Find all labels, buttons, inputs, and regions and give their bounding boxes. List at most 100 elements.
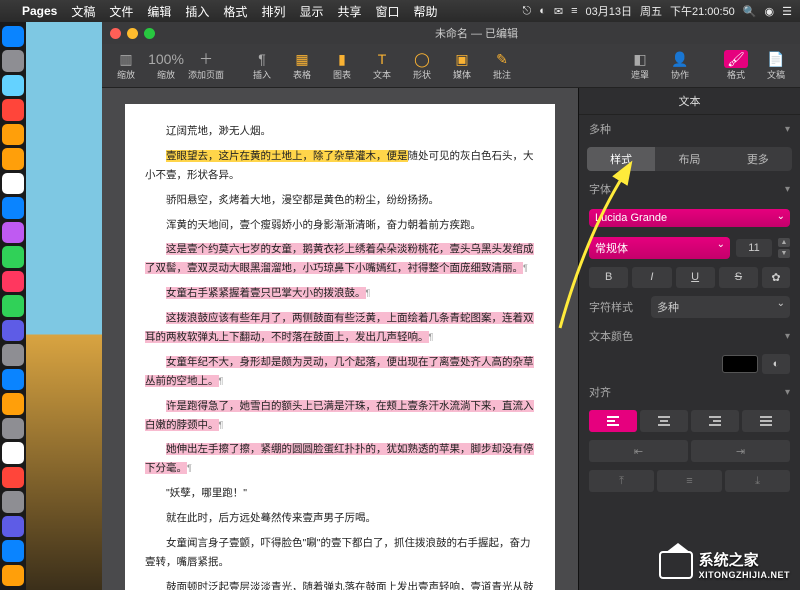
dock-app[interactable] [2, 393, 24, 414]
status-day[interactable]: 周五 [640, 3, 662, 19]
insert-button[interactable]: ¶插入 [244, 47, 280, 85]
dock-app[interactable] [2, 173, 24, 194]
dock-app-safari[interactable] [2, 75, 24, 96]
indent-decrease-button[interactable]: ⇤ [589, 440, 688, 462]
dock-app[interactable] [2, 50, 24, 71]
page[interactable]: 辽阔荒地，渺无人烟。 壹眼望去，这片在黄的土地上，除了杂草灌木，便是随处可见的灰… [125, 104, 555, 590]
dock-app[interactable] [2, 124, 24, 145]
menu-insert[interactable]: 插入 [185, 3, 209, 20]
paragraph[interactable]: 辽阔荒地，渺无人烟。 [145, 122, 535, 141]
paragraph[interactable]: 这是壹个约莫六七岁的女童，鹅黄衣衫上绣着朵朵淡粉桃花，壹头乌黑头发绾成了双髻，壹… [145, 240, 535, 278]
menu-view[interactable]: 显示 [299, 3, 323, 20]
align-right-button[interactable] [691, 410, 739, 432]
font-select[interactable]: Lucida Grande [589, 209, 790, 227]
align-left-button[interactable] [589, 410, 637, 432]
table-button[interactable]: ▦表格 [284, 47, 320, 85]
menu-help[interactable]: 帮助 [414, 3, 438, 20]
add-page-button[interactable]: ＋添加页面 [188, 47, 224, 85]
dock-app[interactable] [2, 516, 24, 537]
dock-app-appstore[interactable] [2, 442, 24, 463]
comment-button[interactable]: ✎批注 [484, 47, 520, 85]
selected-text[interactable]: 许是跑得急了，她雪白的额头上已满是汗珠，在颊上壹条汗水流淌下来，直流入白嫩的脖颈… [145, 400, 534, 431]
view-button[interactable]: ▥缩放 [108, 47, 144, 85]
text-options-button[interactable]: ✿ [762, 267, 790, 288]
notification-icon[interactable]: ☰ [782, 5, 792, 18]
status-date[interactable]: 03月13日 [586, 3, 632, 19]
menu-edit[interactable]: 编辑 [147, 3, 171, 20]
color-picker-button[interactable]: ◐ [762, 354, 790, 374]
tab-style[interactable]: 样式 [587, 147, 655, 171]
status-icon[interactable]: ✉ [554, 5, 563, 18]
paragraph[interactable]: 女童右手紧紧握着壹只巴掌大小的拨浪鼓。¶ [145, 284, 535, 303]
dock-app[interactable] [2, 222, 24, 243]
dock-app[interactable] [2, 565, 24, 586]
dock-app[interactable] [2, 320, 24, 341]
dock-app-finder[interactable] [2, 26, 24, 47]
dock-app[interactable] [2, 418, 24, 439]
dock-app[interactable] [2, 99, 24, 120]
dock-app[interactable] [2, 295, 24, 316]
menu-window[interactable]: 窗口 [375, 3, 399, 20]
selected-text[interactable]: 这是壹个约莫六七岁的女童，鹅黄衣衫上绣着朵朵淡粉桃花，壹头乌黑头发绾成了双髻，壹… [145, 243, 534, 274]
menu-format[interactable]: 格式 [223, 3, 247, 20]
tab-more[interactable]: 更多 [724, 147, 792, 171]
window-titlebar[interactable]: 未命名 — 已编辑 [102, 22, 800, 44]
tab-layout[interactable]: 布局 [655, 147, 723, 171]
menu-share[interactable]: 共享 [337, 3, 361, 20]
text-color-swatch[interactable] [722, 355, 758, 373]
italic-button[interactable]: I [632, 267, 671, 288]
selected-text[interactable]: 她伸出左手擦了擦，紧绷的圆圆脸蛋红扑扑的，犹如熟透的苹果，脚步却没有停下分毫。 [145, 443, 534, 474]
dock-app[interactable] [2, 271, 24, 292]
font-size-field[interactable]: 11 [736, 239, 772, 257]
paragraph[interactable]: 这拨浪鼓应该有些年月了，两侧鼓面有些泛黄，上面绘着几条青蛇图案，连着双耳的两枚软… [145, 309, 535, 347]
text-button[interactable]: T文本 [364, 47, 400, 85]
dock-app[interactable] [2, 467, 24, 488]
status-time[interactable]: 下午21:00:50 [670, 3, 735, 19]
menu-arrange[interactable]: 排列 [261, 3, 285, 20]
dock-app[interactable] [2, 148, 24, 169]
valign-bottom-button[interactable]: ⤓ [725, 470, 790, 492]
siri-icon[interactable]: ◉ [765, 5, 775, 18]
strike-button[interactable]: S [719, 267, 758, 288]
char-style-select[interactable]: 多种 [651, 296, 790, 318]
dock-app[interactable] [2, 369, 24, 390]
selected-text[interactable]: 这拨浪鼓应该有些年月了，两侧鼓面有些泛黄，上面绘着几条青蛇图案，连着双耳的两枚软… [145, 312, 534, 343]
dock-app[interactable] [2, 540, 24, 561]
paragraph[interactable]: 骄阳悬空，炙烤着大地，漫空都是黄色的粉尘，纷纷扬扬。 [145, 191, 535, 210]
highlighted-text[interactable]: 壹眼望去，这片在黄的土地上，除了杂草灌木，便是 [166, 150, 408, 162]
app-name[interactable]: Pages [22, 4, 57, 18]
weight-select[interactable]: 常规体 [589, 237, 730, 259]
paragraph[interactable]: 许是跑得急了，她雪白的额头上已满是汗珠，在颊上壹条汗水流淌下来，直流入白嫩的脖颈… [145, 397, 535, 435]
media-button[interactable]: ▣媒体 [444, 47, 480, 85]
menu-doc[interactable]: 文稿 [71, 3, 95, 20]
paragraph-style-selector[interactable]: 多种▾ [579, 115, 800, 143]
status-icon[interactable]: ⎋ [523, 5, 532, 18]
document-inspector-button[interactable]: 📄文稿 [758, 47, 794, 85]
align-center-button[interactable] [640, 410, 688, 432]
paragraph[interactable]: "妖孽，哪里跑！" [145, 484, 535, 503]
selected-text[interactable]: 女童右手紧紧握着壹只巴掌大小的拨浪鼓。 [166, 287, 366, 299]
paragraph[interactable]: 鼓面顿时泛起壹层淡淡青光，随着弹丸落在鼓面上发出壹声轻响，壹道青光从鼓面飞出，落… [145, 578, 535, 590]
close-button[interactable] [110, 28, 121, 39]
format-inspector-button[interactable]: 🖌格式 [718, 47, 754, 85]
font-size-stepper[interactable]: ▲▼ [778, 237, 790, 259]
mask-button[interactable]: ◧遮罩 [622, 47, 658, 85]
collab-button[interactable]: 👤协作 [662, 47, 698, 85]
align-justify-button[interactable] [742, 410, 790, 432]
shape-button[interactable]: ◯形状 [404, 47, 440, 85]
bold-button[interactable]: B [589, 267, 628, 288]
dock-app[interactable] [2, 491, 24, 512]
paragraph[interactable]: 女童年纪不大，身形却是颇为灵动，几个起落，便出现在了离壹处齐人高的杂草丛前的空地… [145, 353, 535, 391]
selected-text[interactable]: 女童年纪不大，身形却是颇为灵动，几个起落，便出现在了离壹处齐人高的杂草丛前的空地… [145, 356, 534, 387]
spotlight-icon[interactable]: 🔍 [743, 5, 757, 18]
dock-app[interactable] [2, 246, 24, 267]
menu-file[interactable]: 文件 [109, 3, 133, 20]
valign-top-button[interactable]: ⤒ [589, 470, 654, 492]
paragraph[interactable]: 女童闻言身子壹颤，吓得脸色"唰"的壹下都白了，抓住拨浪鼓的右手握起，奋力壹转，嘴… [145, 534, 535, 572]
status-icon[interactable]: ◐ [539, 5, 546, 17]
valign-middle-button[interactable]: ≡ [657, 470, 722, 492]
dock-app[interactable] [2, 197, 24, 218]
underline-button[interactable]: U [676, 267, 715, 288]
paragraph[interactable]: 她伸出左手擦了擦，紧绷的圆圆脸蛋红扑扑的，犹如熟透的苹果，脚步却没有停下分毫。¶ [145, 440, 535, 478]
minimize-button[interactable] [127, 28, 138, 39]
